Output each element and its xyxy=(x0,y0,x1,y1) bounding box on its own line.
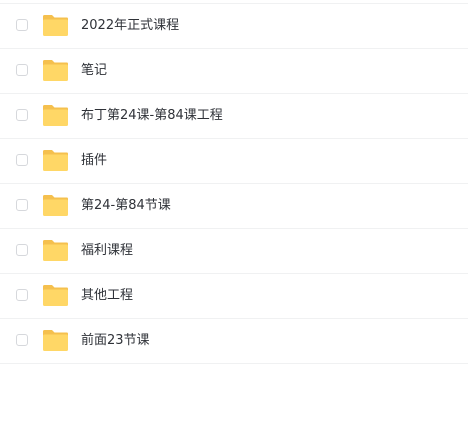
file-name[interactable]: 笔记 xyxy=(81,61,107,81)
folder-icon xyxy=(42,58,69,82)
file-row-2022-courses[interactable]: 2022年正式课程 xyxy=(0,4,468,49)
row-checkbox[interactable] xyxy=(16,154,28,166)
file-row-lessons-24-84[interactable]: 第24-第84节课 xyxy=(0,184,468,229)
row-checkbox[interactable] xyxy=(16,244,28,256)
file-row-other-projects[interactable]: 其他工程 xyxy=(0,274,468,319)
folder-icon xyxy=(42,193,69,217)
file-name[interactable]: 2022年正式课程 xyxy=(81,16,179,36)
folder-icon xyxy=(42,283,69,307)
row-checkbox[interactable] xyxy=(16,199,28,211)
file-row-pudding-project[interactable]: 布丁第24课-第84课工程 xyxy=(0,94,468,139)
folder-icon xyxy=(42,148,69,172)
file-name[interactable]: 第24-第84节课 xyxy=(81,196,171,216)
file-row-first-23-lessons[interactable]: 前面23节课 xyxy=(0,319,468,364)
row-checkbox[interactable] xyxy=(16,64,28,76)
file-row-bonus-courses[interactable]: 福利课程 xyxy=(0,229,468,274)
folder-icon xyxy=(42,13,69,37)
file-list: 2022年正式课程 笔记 布丁第24课-第84课工程 插件 第24-第84节课 xyxy=(0,3,468,364)
folder-icon xyxy=(42,328,69,352)
row-checkbox[interactable] xyxy=(16,19,28,31)
file-name[interactable]: 布丁第24课-第84课工程 xyxy=(81,106,223,126)
file-row-notes[interactable]: 笔记 xyxy=(0,49,468,94)
file-name[interactable]: 其他工程 xyxy=(81,286,133,306)
file-name[interactable]: 插件 xyxy=(81,151,107,171)
file-row-plugins[interactable]: 插件 xyxy=(0,139,468,184)
row-checkbox[interactable] xyxy=(16,109,28,121)
file-name[interactable]: 前面23节课 xyxy=(81,331,150,351)
row-checkbox[interactable] xyxy=(16,289,28,301)
file-name[interactable]: 福利课程 xyxy=(81,241,133,261)
folder-icon xyxy=(42,103,69,127)
row-checkbox[interactable] xyxy=(16,334,28,346)
folder-icon xyxy=(42,238,69,262)
